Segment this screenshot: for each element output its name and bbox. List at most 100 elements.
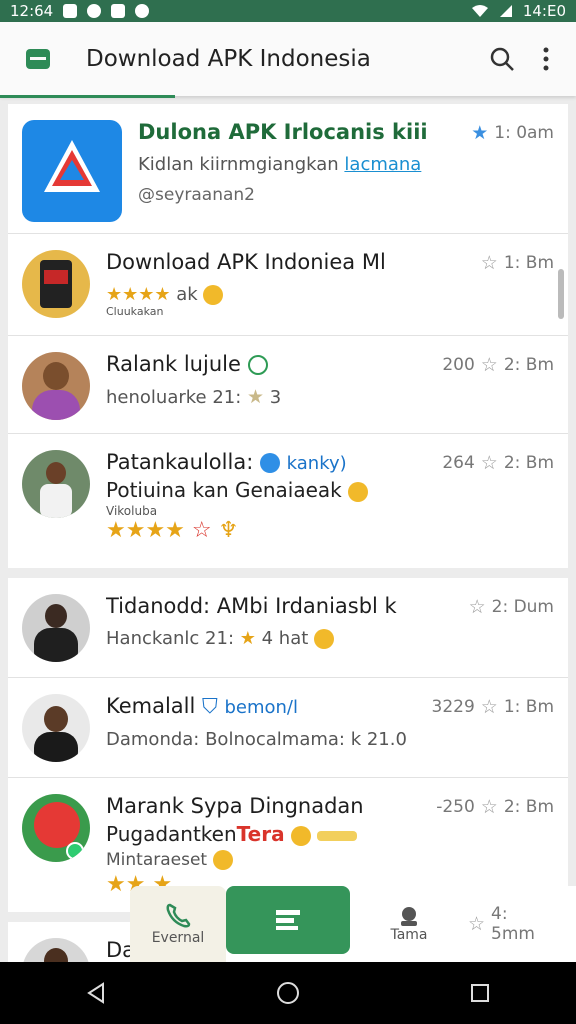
item-subtitle-text: Kidlan kiirnmgiangkan: [138, 154, 345, 175]
group-divider: [8, 568, 568, 578]
avatar: [22, 794, 90, 862]
star-icon[interactable]: ☆: [481, 252, 498, 274]
rating-stars: ★★★★ ☆ ♆: [106, 518, 239, 543]
avatar-body: [32, 390, 80, 420]
avatar-body: [34, 628, 78, 662]
recents-button[interactable]: [458, 971, 502, 1015]
star-icon[interactable]: ★: [471, 122, 488, 144]
home-button[interactable]: [266, 971, 310, 1015]
star-icon[interactable]: ☆: [481, 452, 498, 474]
notification-icon: [63, 4, 78, 18]
rating-stars: ★★★★: [106, 284, 171, 305]
item-count: 3229: [431, 697, 475, 717]
list-fab-button[interactable]: [226, 886, 350, 954]
list-item[interactable]: Download APK Indoniea Ml ★★★★ ak Cluukak…: [8, 234, 568, 336]
sync-icon: [87, 4, 102, 18]
tab-indicator: [0, 95, 175, 98]
page-title: Download APK Indonesia: [86, 46, 371, 72]
wifi-icon: [471, 5, 488, 17]
item-subtitle: Damonda: Bolnocalmama: k 21.0: [106, 729, 407, 750]
item-count: -250: [436, 797, 475, 817]
item-subtitle: Kidlan kiirnmgiangkan lacmana: [138, 154, 554, 175]
emoji-icon: [203, 285, 224, 305]
item-meta: -250 ☆ 2: Bm: [436, 796, 554, 818]
scrollbar[interactable]: [558, 269, 564, 319]
item-subtitle: henoluarke 21: ★ 3: [106, 386, 554, 408]
item-caption-text: Mintaraeset: [106, 850, 208, 870]
list-item[interactable]: Kemalall ⛉ bemon/l Damonda: Bolnocalmama…: [8, 678, 568, 778]
emoji-icon: [348, 481, 369, 502]
status-time-left: 12:64: [10, 2, 54, 20]
star-icon[interactable]: ☆: [468, 913, 485, 935]
online-badge: [66, 842, 84, 860]
star-icon[interactable]: ☆: [481, 354, 498, 376]
search-button[interactable]: [480, 37, 524, 81]
avatar-body: [40, 484, 72, 518]
message-list[interactable]: Dulona APK Irlocanis kiii Kidlan kiirnmg…: [8, 104, 568, 964]
home-icon: [277, 982, 299, 1004]
list-icon: [276, 910, 300, 930]
item-subtitle: Hanckanlc 21: ★ 4 hat: [106, 628, 554, 649]
app-notification-icon: [135, 4, 150, 18]
item-title-text: Kemalall: [106, 694, 196, 718]
item-title-text: Patankaulolla:: [106, 450, 254, 474]
star-outline-icon: ☆: [191, 518, 212, 543]
thumb-icon: ♆: [218, 518, 239, 543]
emoji-icon: [212, 850, 233, 870]
star-icon[interactable]: ☆: [481, 796, 498, 818]
item-count: 264: [442, 453, 475, 473]
item-meta: ★ 1: 0am: [471, 122, 554, 144]
star-icon[interactable]: ☆: [481, 696, 498, 718]
item-link[interactable]: lacmana: [344, 154, 421, 175]
more-options-button[interactable]: [524, 37, 568, 81]
avatar: [22, 938, 90, 964]
phone-icon: [166, 903, 191, 928]
item-title-text: Ralank lujule: [106, 352, 241, 376]
item-time: 1: Bm: [503, 253, 554, 273]
item-meta: ☆ 1: Bm: [481, 252, 554, 274]
call-tab[interactable]: Evernal: [130, 886, 226, 962]
item-subtitle-tail: 3: [269, 387, 282, 408]
avatar-image: [40, 260, 72, 308]
item-subtitle-text: henoluarke 21:: [106, 387, 248, 408]
star-icon: ★: [239, 628, 256, 649]
item-subtitle: ★★★★ ak: [106, 284, 554, 305]
item-subtitle-text: Potiuina kan Genaiaeak: [106, 478, 342, 502]
avatar: [22, 250, 90, 318]
app-logo-icon: [26, 49, 50, 69]
list-item[interactable]: Tidanodd: AMbi Irdaniasbl k Hanckanlc 21…: [8, 578, 568, 678]
team-tab-label: Tama: [390, 927, 428, 943]
item-subtitle: Potiuina kan Genaiaeak: [106, 478, 554, 502]
list-item[interactable]: Ralank lujule henoluarke 21: ★ 3 200 ☆ 2…: [8, 336, 568, 434]
item-time: 2: Dum: [491, 597, 554, 617]
item-subtitle: PugadantkenTera: [106, 822, 554, 846]
item-meta: 3229 ☆ 1: Bm: [432, 696, 554, 718]
avatar: [22, 694, 90, 762]
list-item[interactable]: Dulona APK Irlocanis kiii Kidlan kiirnmg…: [8, 104, 568, 234]
back-icon: [87, 982, 104, 1004]
item-handle: @seyraanan2: [138, 185, 255, 205]
list-item[interactable]: Patankaulolla: kanky) Potiuina kan Genai…: [8, 434, 568, 568]
avatar: [22, 352, 90, 420]
avatar-body: [34, 732, 78, 762]
emoji-icon: [290, 825, 311, 846]
avatar-face: [45, 604, 67, 628]
item-tag: Tera: [236, 822, 285, 846]
item-subtitle-tail: 4 hat: [261, 628, 309, 649]
team-tab[interactable]: Tama: [350, 886, 468, 962]
avatar: [22, 594, 90, 662]
item-caption: Cluukakan: [106, 305, 164, 318]
item-time: 1: Bm: [503, 697, 554, 717]
back-button[interactable]: [74, 971, 118, 1015]
star-icon[interactable]: ☆: [469, 596, 486, 618]
app-icon: [22, 120, 122, 222]
item-subtitle-text: ak: [176, 284, 198, 305]
label-pill: [317, 830, 358, 841]
item-caption: Vikoluba: [106, 504, 158, 518]
status-bar: 12:64 14:E0: [0, 0, 576, 22]
verified-icon: [259, 453, 280, 473]
avatar-face: [44, 706, 68, 732]
item-meta: ☆ 4: 5mm: [468, 886, 576, 962]
bottom-action-bar: Evernal Tama ☆ 4: 5mm: [130, 886, 576, 962]
more-vert-icon: [543, 47, 549, 71]
